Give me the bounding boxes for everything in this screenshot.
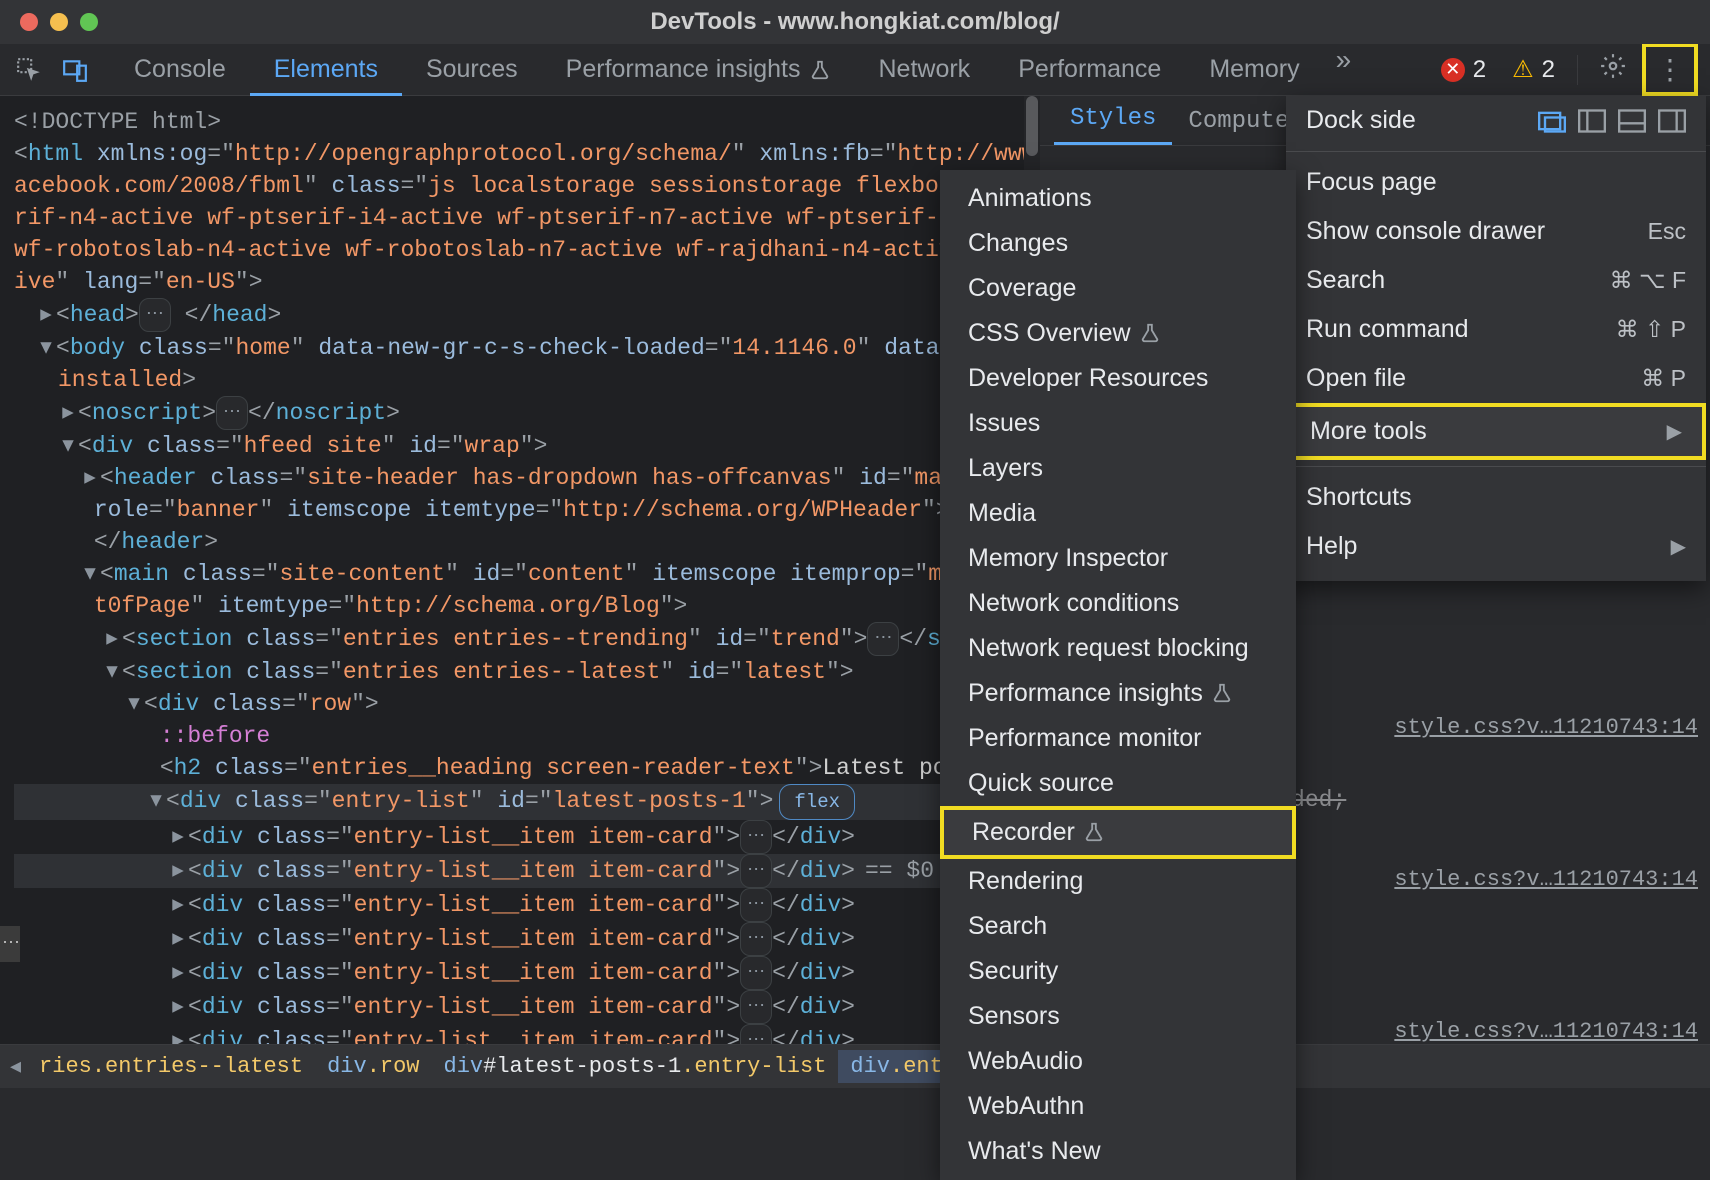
flask-icon	[809, 59, 831, 81]
menu-item-focus-page[interactable]: Focus page	[1286, 158, 1706, 207]
submenu-item-performance-monitor[interactable]: Performance monitor	[940, 716, 1296, 761]
overflow-icon[interactable]: ⋯	[0, 926, 20, 962]
title-bar: DevTools - www.hongkiat.com/blog/	[0, 0, 1710, 44]
stylesheet-link[interactable]: style.css?v…11210743:14	[1394, 712, 1698, 744]
tab-sources[interactable]: Sources	[402, 44, 542, 95]
submenu-item-media[interactable]: Media	[940, 491, 1296, 536]
submenu-item-sensors[interactable]: Sensors	[940, 994, 1296, 1039]
panel-tabs: Console Elements Sources Performance ins…	[110, 44, 1363, 95]
window-title: DevTools - www.hongkiat.com/blog/	[650, 8, 1059, 36]
submenu-item-layers[interactable]: Layers	[940, 446, 1296, 491]
minimize-icon[interactable]	[50, 13, 68, 31]
tab-network[interactable]: Network	[855, 44, 995, 95]
stylesheet-link[interactable]: style.css?v…11210743:14	[1394, 864, 1698, 896]
dock-bottom-icon[interactable]	[1618, 109, 1646, 133]
submenu-item-memory-inspector[interactable]: Memory Inspector	[940, 536, 1296, 581]
breadcrumb: ◂ ries.entries--latest div.row div#lates…	[0, 1044, 1710, 1088]
tab-console[interactable]: Console	[110, 44, 250, 95]
tab-performance[interactable]: Performance	[994, 44, 1185, 95]
submenu-item-search[interactable]: Search	[940, 904, 1296, 949]
submenu-item-css-overview[interactable]: CSS Overview	[940, 311, 1296, 356]
crumb-item[interactable]: ries.entries--latest	[27, 1050, 315, 1083]
settings-icon[interactable]	[1590, 47, 1636, 92]
dock-side-row: Dock side	[1286, 96, 1706, 145]
warning-count[interactable]: ⚠ 2	[1502, 51, 1565, 88]
elements-panel[interactable]: <!DOCTYPE html> <html xmlns:og="http://o…	[0, 96, 1040, 1044]
devtools-toolbar: Console Elements Sources Performance ins…	[0, 44, 1710, 96]
error-icon: ✕	[1441, 58, 1465, 82]
tab-performance-insights[interactable]: Performance insights	[542, 44, 855, 95]
submenu-item-developer-resources[interactable]: Developer Resources	[940, 356, 1296, 401]
submenu-item-animations[interactable]: Animations	[940, 176, 1296, 221]
close-icon[interactable]	[20, 13, 38, 31]
kebab-menu-icon[interactable]: ⋮	[1646, 47, 1694, 92]
crumb-item[interactable]: div.row	[315, 1050, 431, 1083]
dock-right-icon[interactable]	[1658, 109, 1686, 133]
maximize-icon[interactable]	[80, 13, 98, 31]
menu-item-run-command[interactable]: Run command⌘ ⇧ P	[1286, 305, 1706, 354]
error-count[interactable]: ✕ 2	[1431, 52, 1496, 88]
kebab-highlight: ⋮	[1642, 43, 1698, 96]
chevron-right-icon: ▶	[1667, 419, 1682, 444]
menu-item-shortcuts[interactable]: Shortcuts	[1286, 473, 1706, 522]
dock-side-label: Dock side	[1306, 106, 1416, 135]
more-tools-highlight: More tools▶	[1286, 403, 1706, 460]
window-controls	[20, 13, 98, 31]
tab-elements[interactable]: Elements	[250, 44, 402, 95]
menu-item-open-file[interactable]: Open file⌘ P	[1286, 354, 1706, 403]
chevron-left-icon[interactable]: ◂	[10, 1054, 21, 1080]
dock-undock-icon[interactable]	[1538, 109, 1566, 133]
submenu-item-quick-source[interactable]: Quick source	[940, 761, 1296, 806]
submenu-item-network-conditions[interactable]: Network conditions	[940, 581, 1296, 626]
device-toggle-icon[interactable]	[58, 53, 92, 87]
more-tabs-icon[interactable]: »	[1324, 44, 1364, 95]
stylesheet-link[interactable]: style.css?v…11210743:14	[1394, 1016, 1698, 1048]
chevron-right-icon: ▶	[1671, 534, 1686, 559]
main-menu: Dock side Focus pageShow console drawerE…	[1286, 96, 1706, 581]
flask-icon	[1139, 321, 1161, 347]
submenu-item-webaudio[interactable]: WebAudio	[940, 1039, 1296, 1084]
menu-item-search[interactable]: Search⌘ ⌥ F	[1286, 256, 1706, 305]
submenu-item-changes[interactable]: Changes	[940, 221, 1296, 266]
flask-icon	[1083, 820, 1105, 846]
tab-styles[interactable]: Styles	[1054, 95, 1172, 145]
flex-badge[interactable]: flex	[779, 784, 855, 820]
menu-item-more-tools[interactable]: More tools▶	[1290, 407, 1702, 456]
submenu-item-issues[interactable]: Issues	[940, 401, 1296, 446]
submenu-item-network-request-blocking[interactable]: Network request blocking	[940, 626, 1296, 671]
toolbar-status: ✕ 2 ⚠ 2 ⋮	[1431, 43, 1710, 96]
inspect-icon[interactable]	[12, 53, 46, 87]
submenu-item-recorder[interactable]: Recorder	[944, 810, 1292, 855]
warning-icon: ⚠	[1512, 55, 1534, 84]
crumb-item[interactable]: div#latest-posts-1.entry-list	[432, 1050, 839, 1083]
submenu-item-what's-new[interactable]: What's New	[940, 1129, 1296, 1174]
more-tools-submenu: AnimationsChangesCoverageCSS OverviewDev…	[940, 170, 1296, 1180]
submenu-item-webauthn[interactable]: WebAuthn	[940, 1084, 1296, 1129]
submenu-item-rendering[interactable]: Rendering	[940, 859, 1296, 904]
dock-left-icon[interactable]	[1578, 109, 1606, 133]
submenu-item-coverage[interactable]: Coverage	[940, 266, 1296, 311]
tab-memory[interactable]: Memory	[1185, 44, 1323, 95]
menu-item-help[interactable]: Help▶	[1286, 522, 1706, 571]
flask-icon	[1211, 681, 1233, 707]
recorder-highlight: Recorder	[940, 806, 1296, 859]
submenu-item-security[interactable]: Security	[940, 949, 1296, 994]
menu-item-show-console-drawer[interactable]: Show console drawerEsc	[1286, 207, 1706, 256]
submenu-item-performance-insights[interactable]: Performance insights	[940, 671, 1296, 716]
